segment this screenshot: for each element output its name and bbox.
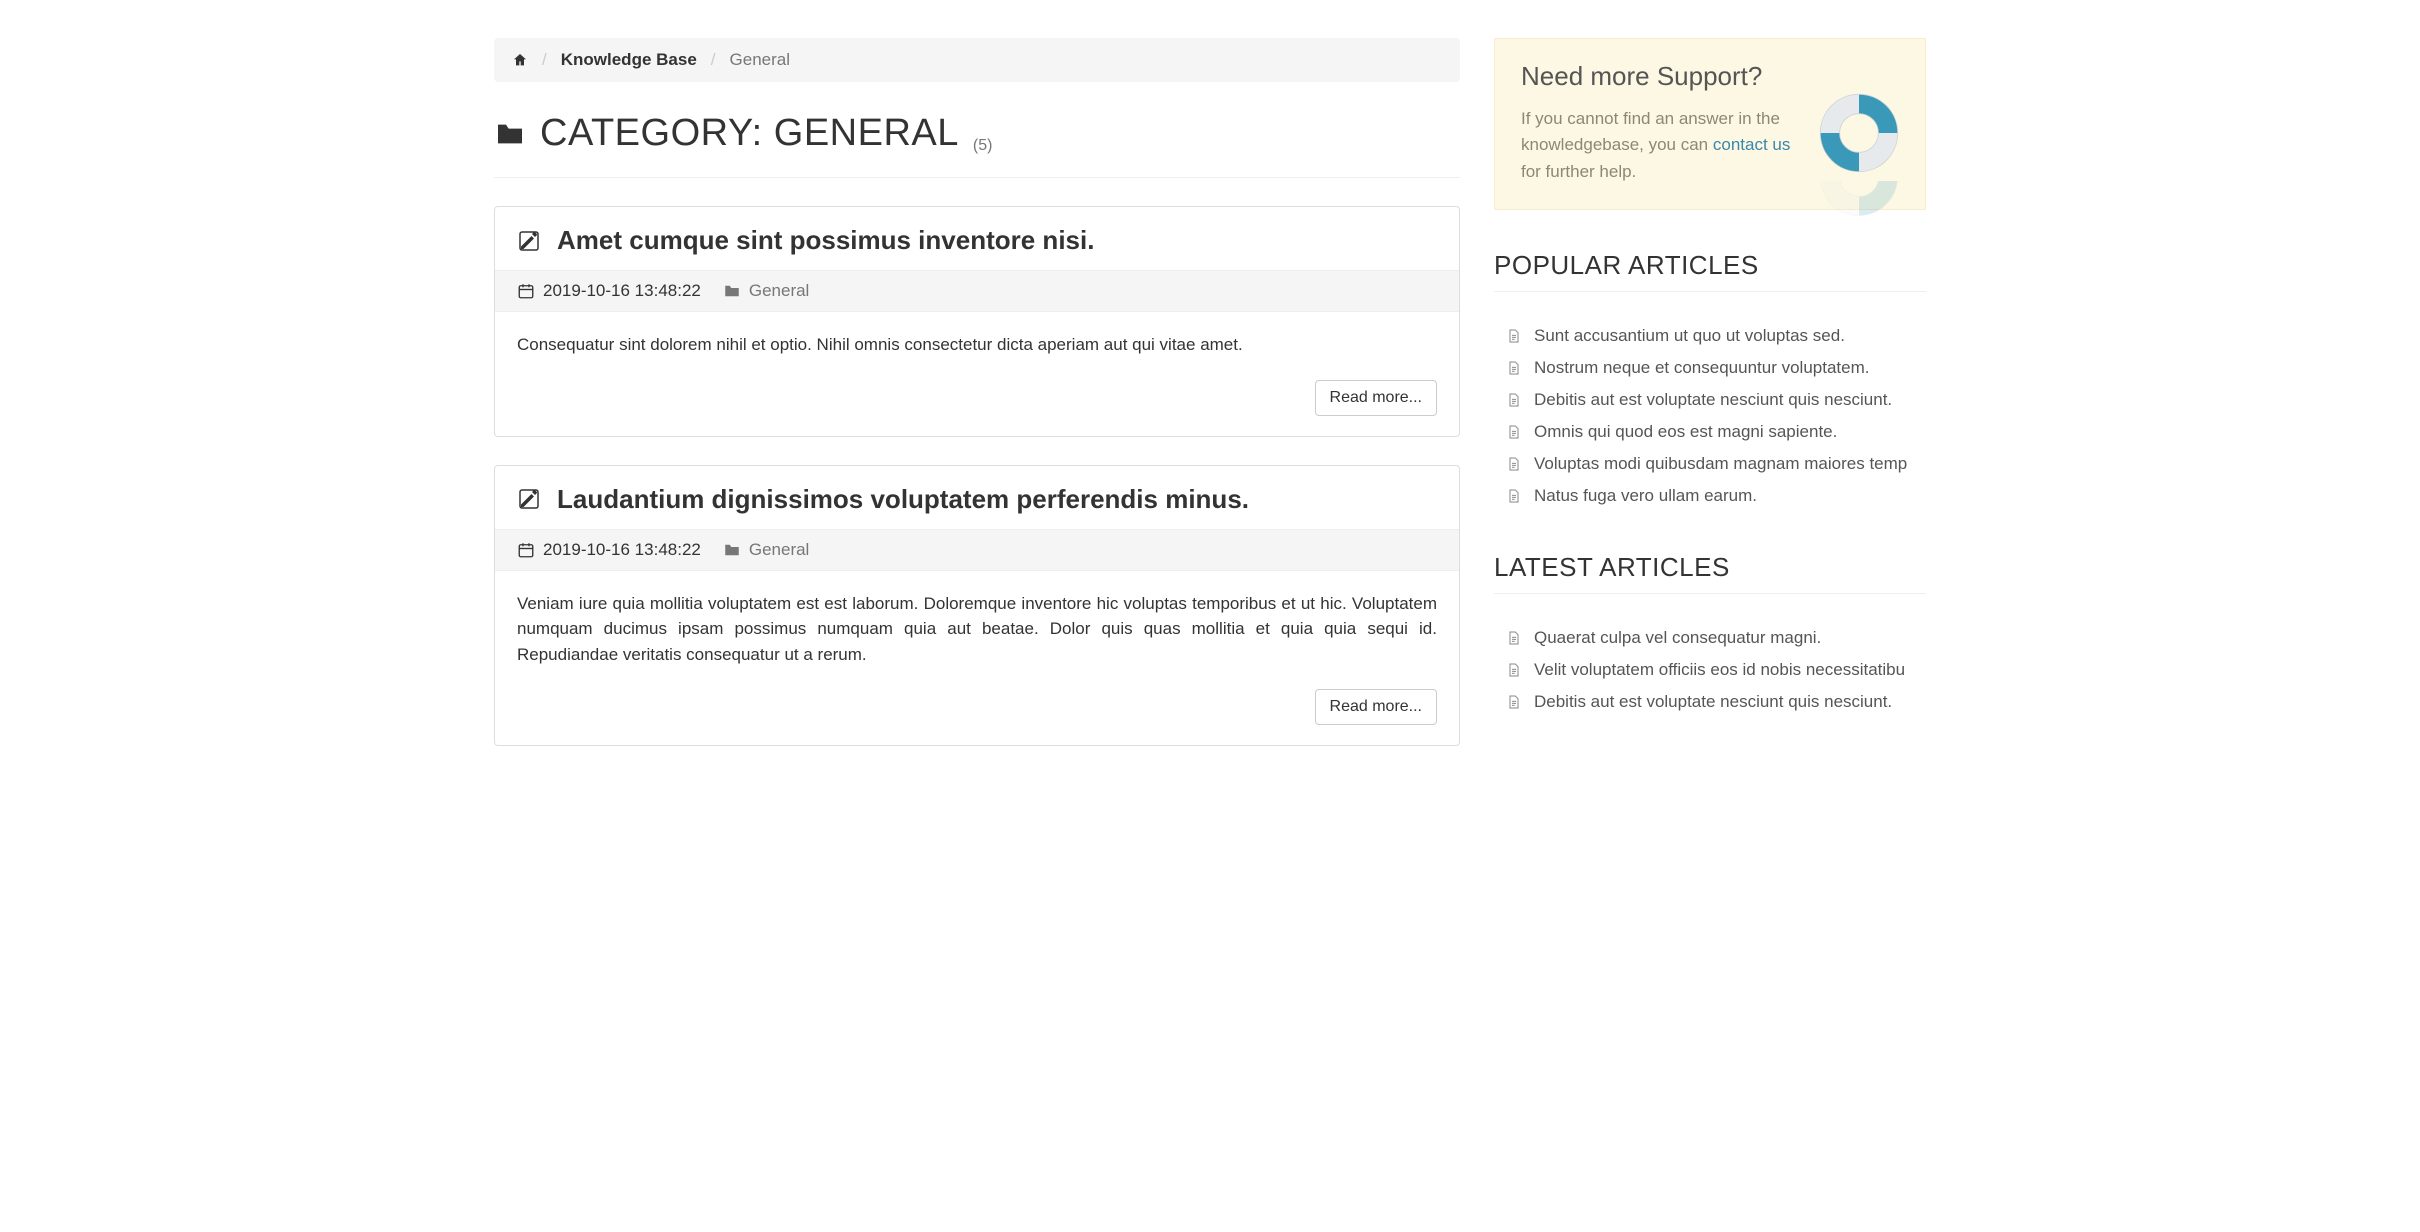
latest-articles-section: LATEST ARTICLES Quaerat culpa vel conseq… bbox=[1494, 552, 1926, 718]
article-category-link[interactable]: General bbox=[723, 281, 809, 301]
sidebar-article-title: Natus fuga vero ullam earum. bbox=[1534, 486, 1757, 506]
file-icon bbox=[1506, 360, 1522, 376]
article-category-label: General bbox=[749, 281, 809, 301]
sidebar-article-title: Voluptas modi quibusdam magnam maiores t… bbox=[1534, 454, 1907, 474]
read-more-button[interactable]: Read more... bbox=[1315, 380, 1437, 416]
sidebar-article-link[interactable]: Debitis aut est voluptate nesciunt quis … bbox=[1494, 384, 1926, 416]
edit-icon bbox=[517, 487, 541, 511]
sidebar-article-link[interactable]: Sunt accusantium ut quo ut voluptas sed. bbox=[1494, 320, 1926, 352]
file-icon bbox=[1506, 694, 1522, 710]
article-date: 2019-10-16 13:48:22 bbox=[543, 281, 701, 301]
calendar-icon bbox=[517, 282, 535, 300]
support-title: Need more Support? bbox=[1521, 61, 1899, 92]
contact-us-link[interactable]: contact us bbox=[1713, 135, 1791, 154]
sidebar-article-title: Nostrum neque et consequuntur voluptatem… bbox=[1534, 358, 1869, 378]
article-category-link[interactable]: General bbox=[723, 540, 809, 560]
sidebar-article-link[interactable]: Velit voluptatem officiis eos id nobis n… bbox=[1494, 654, 1926, 686]
file-icon bbox=[1506, 424, 1522, 440]
folder-icon bbox=[723, 541, 741, 559]
article-excerpt: Consequatur sint dolorem nihil et optio.… bbox=[495, 312, 1459, 380]
article-panel: Laudantium dignissimos voluptatem perfer… bbox=[494, 465, 1460, 747]
support-text-after: for further help. bbox=[1521, 162, 1636, 181]
file-icon bbox=[1506, 488, 1522, 504]
article-count: (5) bbox=[973, 137, 993, 155]
page-title-row: CATEGORY: GENERAL (5) bbox=[494, 112, 1460, 178]
popular-articles-section: POPULAR ARTICLES Sunt accusantium ut quo… bbox=[1494, 250, 1926, 512]
latest-heading: LATEST ARTICLES bbox=[1494, 552, 1926, 583]
article-panel: Amet cumque sint possimus inventore nisi… bbox=[494, 206, 1460, 437]
sidebar-article-link[interactable]: Nostrum neque et consequuntur voluptatem… bbox=[1494, 352, 1926, 384]
breadcrumb-separator: / bbox=[711, 50, 716, 70]
edit-icon bbox=[517, 229, 541, 253]
sidebar-article-title: Velit voluptatem officiis eos id nobis n… bbox=[1534, 660, 1905, 680]
file-icon bbox=[1506, 630, 1522, 646]
article-date: 2019-10-16 13:48:22 bbox=[543, 540, 701, 560]
file-icon bbox=[1506, 662, 1522, 678]
article-title-link[interactable]: Amet cumque sint possimus inventore nisi… bbox=[557, 225, 1094, 256]
read-more-button[interactable]: Read more... bbox=[1315, 689, 1437, 725]
sidebar-article-link[interactable]: Natus fuga vero ullam earum. bbox=[1494, 480, 1926, 512]
sidebar-article-title: Omnis qui quod eos est magni sapiente. bbox=[1534, 422, 1837, 442]
sidebar-article-link[interactable]: Omnis qui quod eos est magni sapiente. bbox=[1494, 416, 1926, 448]
breadcrumb: / Knowledge Base / General bbox=[494, 38, 1460, 82]
support-callout: Need more Support? If you cannot find an… bbox=[1494, 38, 1926, 210]
sidebar-article-link[interactable]: Quaerat culpa vel consequatur magni. bbox=[1494, 622, 1926, 654]
sidebar-article-link[interactable]: Voluptas modi quibusdam magnam maiores t… bbox=[1494, 448, 1926, 480]
page-title: CATEGORY: GENERAL bbox=[540, 112, 959, 155]
sidebar-article-title: Debitis aut est voluptate nesciunt quis … bbox=[1534, 692, 1892, 712]
breadcrumb-kb-link[interactable]: Knowledge Base bbox=[561, 50, 697, 70]
breadcrumb-current: General bbox=[730, 50, 790, 70]
popular-heading: POPULAR ARTICLES bbox=[1494, 250, 1926, 281]
article-title-link[interactable]: Laudantium dignissimos voluptatem perfer… bbox=[557, 484, 1249, 515]
folder-icon bbox=[723, 282, 741, 300]
support-text: If you cannot find an answer in the know… bbox=[1521, 106, 1801, 185]
lifebuoy-icon bbox=[1815, 89, 1903, 177]
folder-icon bbox=[494, 118, 526, 150]
calendar-icon bbox=[517, 541, 535, 559]
sidebar-article-title: Quaerat culpa vel consequatur magni. bbox=[1534, 628, 1821, 648]
sidebar-article-title: Debitis aut est voluptate nesciunt quis … bbox=[1534, 390, 1892, 410]
sidebar-article-title: Sunt accusantium ut quo ut voluptas sed. bbox=[1534, 326, 1845, 346]
file-icon bbox=[1506, 456, 1522, 472]
lifebuoy-reflection bbox=[1815, 181, 1903, 221]
sidebar-article-link[interactable]: Debitis aut est voluptate nesciunt quis … bbox=[1494, 686, 1926, 718]
article-excerpt: Veniam iure quia mollitia voluptatem est… bbox=[495, 571, 1459, 690]
article-category-label: General bbox=[749, 540, 809, 560]
file-icon bbox=[1506, 392, 1522, 408]
breadcrumb-separator: / bbox=[542, 50, 547, 70]
home-icon[interactable] bbox=[512, 52, 528, 68]
file-icon bbox=[1506, 328, 1522, 344]
